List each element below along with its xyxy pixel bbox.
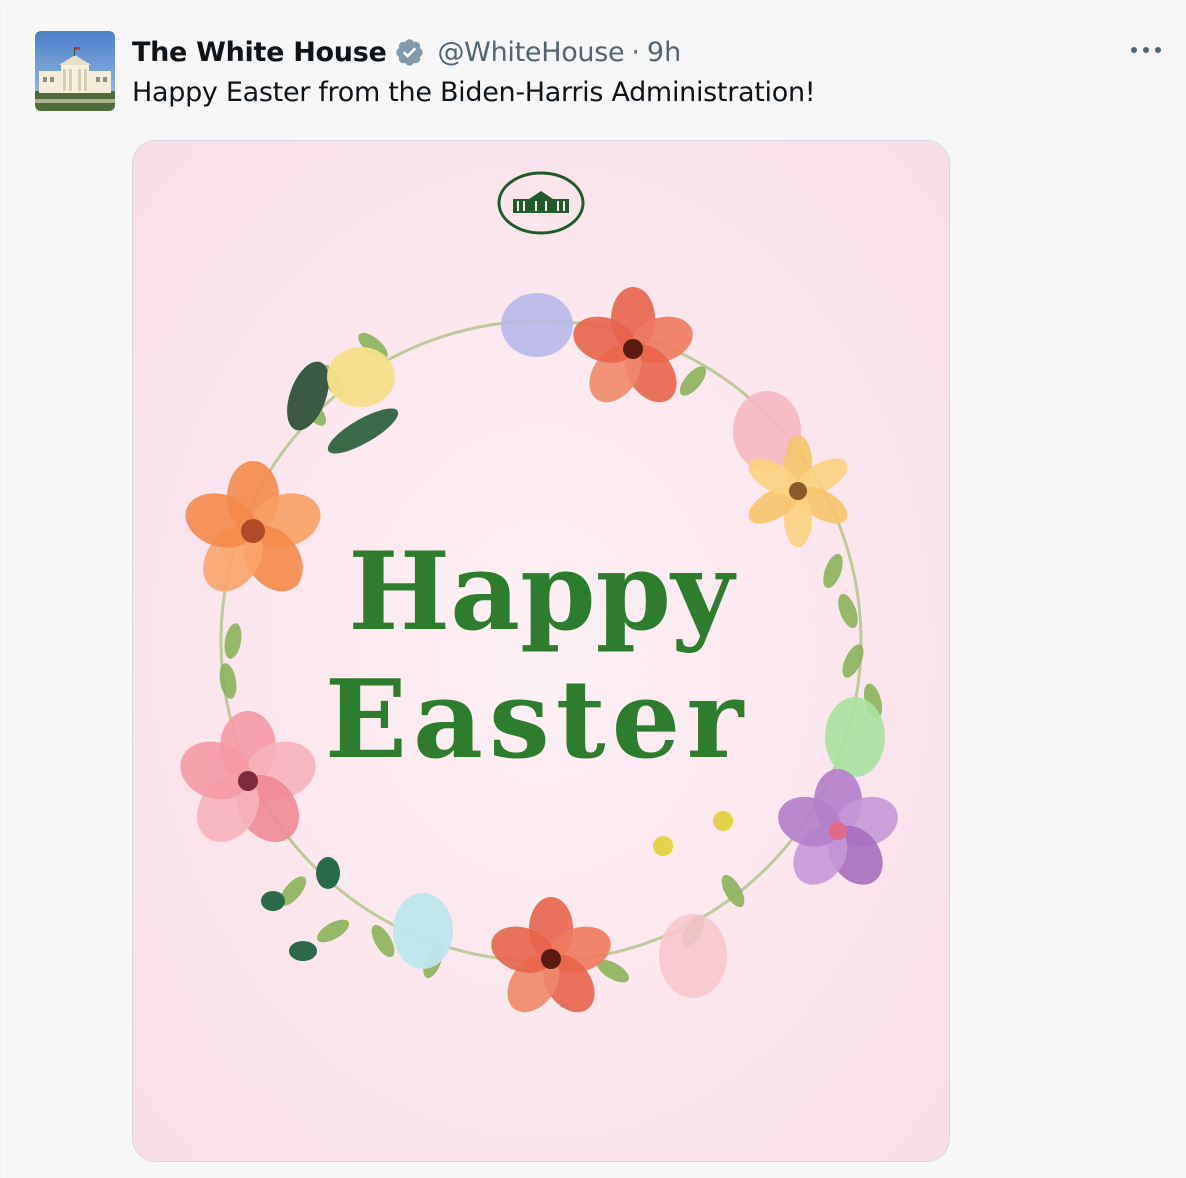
author-handle[interactable]: @WhiteHouse (437, 37, 624, 68)
more-options-button[interactable] (1128, 35, 1164, 65)
tweet-text: Happy Easter from the Biden-Harris Admin… (132, 77, 816, 108)
author-avatar[interactable] (35, 31, 115, 111)
author-display-name[interactable]: The White House (132, 37, 387, 68)
tweet-header: The White House @WhiteHouse · 9h (132, 31, 681, 73)
tweet-media-image[interactable]: Happy Easter (132, 140, 950, 1162)
card-text-easter: Easter (325, 657, 750, 783)
tweet-timestamp[interactable]: 9h (647, 37, 681, 68)
tweet-card[interactable]: The White House @WhiteHouse · 9h Happy E… (0, 0, 1186, 1178)
separator-dot: · (631, 36, 640, 68)
card-text-happy: Happy (348, 529, 737, 655)
more-options-icon (1131, 47, 1161, 53)
easter-card-image: Happy Easter (133, 141, 949, 1161)
verified-badge-icon (394, 37, 425, 68)
white-house-avatar-icon (35, 31, 115, 111)
